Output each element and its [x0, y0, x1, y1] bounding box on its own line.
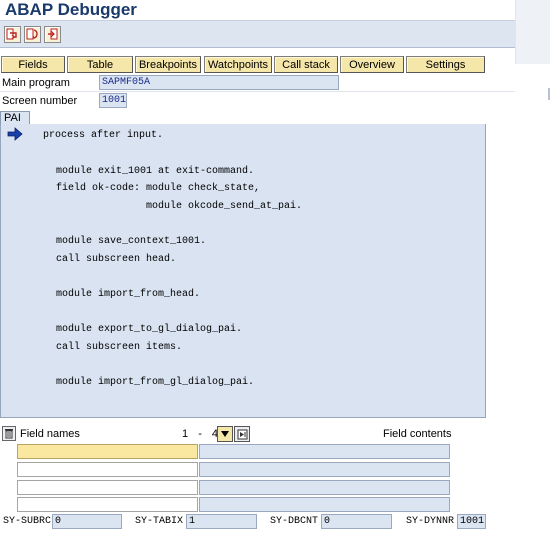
triangle-down-icon [221, 431, 229, 437]
field-name-input[interactable] [17, 480, 198, 495]
code-line: module okcode_send_at_pai. [146, 201, 303, 212]
tab-call-stack[interactable]: Call stack [274, 56, 338, 73]
execute-button[interactable] [24, 26, 41, 43]
trash-icon [5, 429, 13, 439]
system-field-value: 1001 [457, 514, 486, 529]
code-line: module import_from_head. [56, 289, 201, 300]
system-field-subrc: SY-SUBRC 0 [0, 514, 125, 530]
source-code-panel[interactable]: process after input. module exit_1001 at… [0, 124, 486, 418]
field-name-input[interactable] [17, 444, 198, 459]
tab-fields[interactable]: Fields [1, 56, 65, 73]
debugger-tabs: Fields Table Breakpoints Watchpoints Cal… [0, 56, 515, 74]
field-contents-label: Field contents [383, 428, 452, 440]
delete-fields-button[interactable] [2, 426, 16, 441]
page-last-button[interactable] [234, 426, 250, 442]
field-names-label: Field names [20, 428, 80, 440]
screen-number-field[interactable]: 1001 [99, 93, 127, 108]
field-content-value[interactable] [199, 462, 450, 477]
single-step-icon [6, 28, 17, 40]
code-line: call subscreen items. [56, 342, 183, 353]
pai-section-tag: PAI [0, 111, 30, 125]
tab-overview[interactable]: Overview [340, 56, 404, 73]
page-down-button[interactable] [217, 426, 233, 442]
tab-watchpoints[interactable]: Watchpoints [204, 56, 272, 73]
code-line: module save_context_1001. [56, 236, 207, 247]
application-toolbar [0, 20, 515, 48]
field-name-input[interactable] [17, 497, 198, 512]
system-field-dbcnt: SY-DBCNT 0 [265, 514, 395, 530]
system-field-value: 1 [186, 514, 257, 529]
return-button[interactable] [44, 26, 61, 43]
code-line: module export_to_gl_dialog_pai. [56, 324, 243, 335]
adjacent-window-strip [515, 0, 550, 537]
system-field-value: 0 [321, 514, 392, 529]
code-line: call subscreen head. [56, 254, 177, 265]
window-title: ABAP Debugger [5, 0, 137, 19]
system-field-label: SY-SUBRC [3, 516, 52, 527]
tab-breakpoints[interactable]: Breakpoints [135, 56, 201, 73]
row-divider [0, 91, 515, 92]
system-field-label: SY-TABIX [135, 516, 184, 527]
field-content-value[interactable] [199, 444, 450, 459]
system-field-label: SY-DBCNT [270, 516, 319, 527]
code-line: process after input. [43, 130, 164, 141]
page-last-icon [237, 429, 247, 439]
field-content-value[interactable] [199, 480, 450, 495]
code-line: field ok-code: module check_state, [56, 183, 261, 194]
system-field-dynnr: SY-DYNNR 1001 [400, 514, 490, 530]
adjacent-window-panel [515, 0, 550, 64]
page-indicator: 1 - 4 [182, 428, 219, 440]
system-field-value: 0 [52, 514, 122, 529]
system-field-tabix: SY-TABIX 1 [130, 514, 260, 530]
single-step-button[interactable] [4, 26, 21, 43]
code-line: module exit_1001 at exit-command. [56, 166, 255, 177]
field-name-input[interactable] [17, 462, 198, 477]
system-field-label: SY-DYNNR [406, 516, 455, 527]
return-icon [48, 28, 58, 40]
page-from: 1 [182, 428, 189, 440]
execute-icon [26, 28, 38, 40]
main-program-field[interactable]: SAPMF05A [99, 75, 339, 90]
page-separator: - [198, 428, 203, 440]
field-content-value[interactable] [199, 497, 450, 512]
screen-number-label: Screen number [2, 95, 78, 107]
current-line-arrow-icon [7, 127, 23, 141]
main-program-label: Main program [2, 77, 70, 89]
code-line: module import_from_gl_dialog_pai. [56, 377, 255, 388]
field-table-header: Field names 1 - 4 Field contents [0, 425, 515, 443]
tab-table[interactable]: Table [67, 56, 133, 73]
tab-settings[interactable]: Settings [406, 56, 485, 73]
